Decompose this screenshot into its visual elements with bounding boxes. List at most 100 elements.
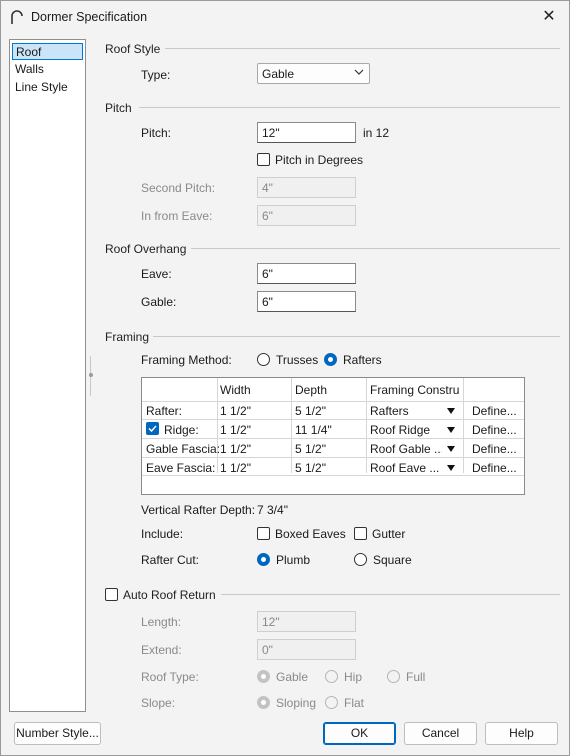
gable-input[interactable]: 6" bbox=[257, 291, 356, 312]
boxed-eaves-checkbox[interactable] bbox=[257, 527, 270, 540]
nav-item-roof[interactable]: Roof bbox=[12, 43, 83, 60]
grid-line bbox=[142, 401, 524, 402]
pitch-unit: in 12 bbox=[363, 126, 390, 140]
grid-line bbox=[142, 475, 524, 476]
gable-fascia-depth[interactable]: 5 1/2" bbox=[295, 442, 326, 456]
length-label: Length: bbox=[141, 615, 182, 629]
gable-fascia-width[interactable]: 1 1/2" bbox=[220, 442, 251, 456]
section-auto-roof-return: Auto Roof Return bbox=[123, 588, 216, 602]
row-label-eave-fascia: Eave Fascia: bbox=[146, 461, 216, 475]
divider bbox=[165, 48, 560, 49]
return-gable-label: Gable bbox=[276, 670, 309, 684]
flat-label: Flat bbox=[344, 696, 365, 710]
gable-fascia-define[interactable]: Define... bbox=[472, 442, 517, 456]
rafter-width[interactable]: 1 1/2" bbox=[220, 404, 251, 418]
window-title: Dormer Specification bbox=[31, 10, 148, 24]
ridge-define[interactable]: Define... bbox=[472, 423, 517, 437]
section-framing: Framing bbox=[105, 330, 150, 344]
in-from-eave-label: In from Eave: bbox=[141, 209, 213, 223]
divider bbox=[191, 248, 560, 249]
category-list[interactable]: Roof Walls Line Style bbox=[9, 39, 86, 712]
eave-fascia-depth[interactable]: 5 1/2" bbox=[295, 461, 326, 475]
eave-fascia-define[interactable]: Define... bbox=[472, 461, 517, 475]
ridge-width[interactable]: 1 1/2" bbox=[220, 423, 251, 437]
grid-line bbox=[291, 378, 292, 473]
pitch-label: Pitch: bbox=[141, 126, 172, 140]
section-roof-overhang: Roof Overhang bbox=[105, 242, 187, 256]
gable-fascia-construction[interactable]: Roof Gable ... bbox=[370, 442, 442, 456]
framing-method-label: Framing Method: bbox=[141, 353, 232, 367]
pitch-input[interactable]: 12" bbox=[257, 122, 356, 143]
eave-input[interactable]: 6" bbox=[257, 263, 356, 284]
gutter-checkbox[interactable] bbox=[354, 527, 367, 540]
pitch-degrees-checkbox[interactable] bbox=[257, 153, 270, 166]
checkmark-icon bbox=[148, 425, 157, 433]
include-label: Include: bbox=[141, 527, 184, 541]
section-roof-style: Roof Style bbox=[105, 42, 161, 56]
eave-fascia-width[interactable]: 1 1/2" bbox=[220, 461, 251, 475]
return-gable-radio[interactable] bbox=[257, 670, 270, 683]
section-pitch: Pitch bbox=[105, 101, 132, 115]
row-label-ridge: Ridge: bbox=[164, 423, 199, 437]
rafter-depth[interactable]: 5 1/2" bbox=[295, 404, 326, 418]
column-header-width: Width bbox=[220, 383, 251, 397]
return-hip-label: Hip bbox=[344, 670, 363, 684]
help-button[interactable]: Help bbox=[485, 722, 558, 745]
square-radio[interactable] bbox=[354, 553, 367, 566]
return-full-label: Full bbox=[406, 670, 426, 684]
trusses-radio[interactable] bbox=[257, 353, 270, 366]
roof-type-label: Roof Type: bbox=[141, 670, 199, 684]
pitch-degrees-label: Pitch in Degrees bbox=[275, 153, 364, 167]
number-style-button[interactable]: Number Style... bbox=[14, 722, 101, 745]
dropdown-arrow-icon[interactable] bbox=[447, 427, 455, 433]
close-icon[interactable]: ✕ bbox=[535, 5, 563, 29]
roof-type-value: Gable bbox=[262, 67, 295, 81]
eave-label: Eave: bbox=[141, 267, 172, 281]
rafters-radio[interactable] bbox=[324, 353, 337, 366]
rafter-define[interactable]: Define... bbox=[472, 404, 517, 418]
dropdown-arrow-icon[interactable] bbox=[447, 465, 455, 471]
cancel-button[interactable]: Cancel bbox=[404, 722, 477, 745]
vertical-rafter-depth-label: Vertical Rafter Depth: bbox=[141, 503, 256, 517]
ridge-construction[interactable]: Roof Ridge bbox=[370, 423, 430, 437]
in-from-eave-input[interactable]: 6" bbox=[257, 205, 356, 226]
rafter-cut-label: Rafter Cut: bbox=[141, 553, 200, 567]
chevron-down-icon bbox=[354, 69, 364, 75]
return-full-radio[interactable] bbox=[387, 670, 400, 683]
ridge-depth[interactable]: 11 1/4" bbox=[295, 423, 332, 437]
extend-input[interactable]: 0" bbox=[257, 639, 356, 660]
row-label-gable-fascia: Gable Fascia: bbox=[146, 442, 221, 456]
ridge-checkbox[interactable] bbox=[146, 422, 159, 435]
return-hip-radio[interactable] bbox=[325, 670, 338, 683]
gutter-label: Gutter bbox=[372, 527, 406, 541]
row-label-rafter: Rafter: bbox=[146, 404, 183, 418]
roof-type-select[interactable]: Gable bbox=[257, 63, 370, 84]
grid-line bbox=[366, 378, 367, 473]
sloping-label: Sloping bbox=[276, 696, 317, 710]
slope-label: Slope: bbox=[141, 696, 176, 710]
nav-item-walls[interactable]: Walls bbox=[12, 61, 83, 78]
ok-button[interactable]: OK bbox=[323, 722, 396, 745]
rafter-construction[interactable]: Rafters bbox=[370, 404, 409, 418]
column-header-depth: Depth bbox=[295, 383, 328, 397]
dropdown-arrow-icon[interactable] bbox=[447, 408, 455, 414]
extend-label: Extend: bbox=[141, 643, 182, 657]
grid-line bbox=[142, 457, 524, 458]
nav-item-line-style[interactable]: Line Style bbox=[12, 79, 83, 96]
eave-fascia-construction[interactable]: Roof Eave ... bbox=[370, 461, 442, 475]
boxed-eaves-label: Boxed Eaves bbox=[275, 527, 346, 541]
grid-line bbox=[463, 378, 464, 473]
plumb-radio[interactable] bbox=[257, 553, 270, 566]
auto-roof-return-checkbox[interactable] bbox=[105, 588, 118, 601]
sloping-radio[interactable] bbox=[257, 696, 270, 709]
framing-table[interactable]: Width Depth Framing Constru Rafter: 1 1/… bbox=[141, 377, 525, 495]
grid-line bbox=[142, 438, 524, 439]
divider bbox=[221, 594, 560, 595]
second-pitch-label: Second Pitch: bbox=[141, 181, 216, 195]
divider bbox=[139, 107, 560, 108]
dropdown-arrow-icon[interactable] bbox=[447, 446, 455, 452]
length-input[interactable]: 12" bbox=[257, 611, 356, 632]
second-pitch-input[interactable]: 4" bbox=[257, 177, 356, 198]
rafters-label: Rafters bbox=[343, 353, 382, 367]
flat-radio[interactable] bbox=[325, 696, 338, 709]
